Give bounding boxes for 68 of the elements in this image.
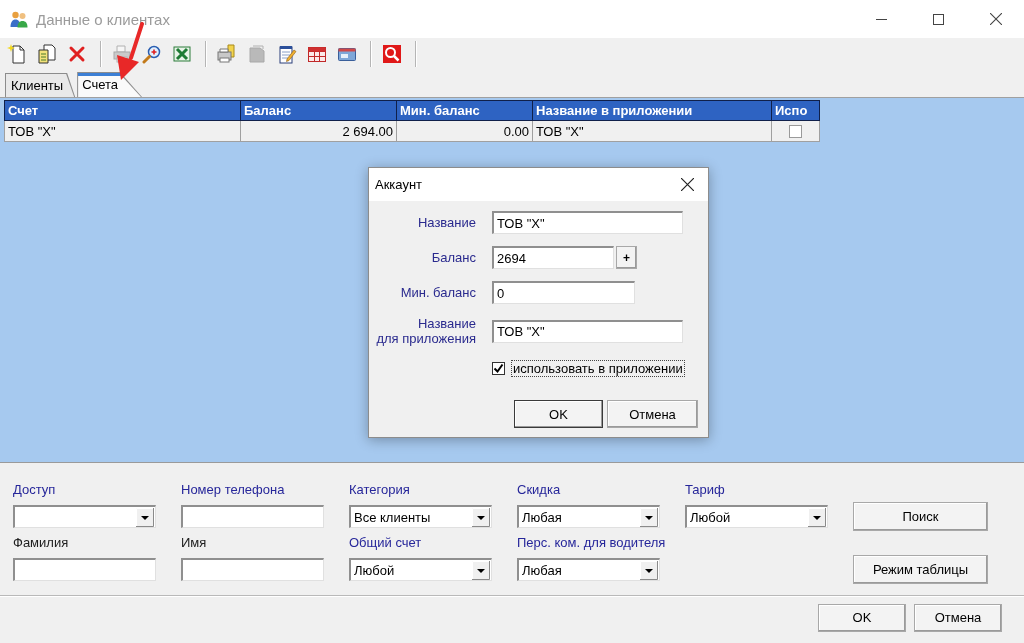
text-field[interactable] — [181, 505, 324, 528]
dropdown[interactable]: Любой — [685, 505, 828, 528]
search-icon[interactable] — [382, 44, 402, 64]
button[interactable]: Отмена — [607, 400, 698, 428]
checkbox-label[interactable]: использовать в приложении — [511, 360, 685, 377]
field-label: Перс. ком. для водителя — [517, 536, 666, 550]
table-cell: 0.00 — [397, 121, 533, 142]
tab[interactable]: Счета — [77, 72, 142, 97]
dropdown-arrow-icon[interactable] — [472, 507, 490, 527]
checkbox[interactable] — [492, 362, 505, 375]
dialog-title: Аккаунт — [375, 177, 423, 192]
window-title: Данные о клиентах — [36, 10, 170, 28]
table-cell: 2 694.00 — [241, 121, 397, 142]
button[interactable]: OK — [818, 603, 906, 632]
dropdown[interactable]: Все клиенты — [349, 505, 492, 528]
column-header[interactable]: Испо — [772, 100, 820, 121]
dropdown-arrow-icon[interactable] — [472, 560, 490, 580]
minimize-icon[interactable] — [876, 18, 887, 20]
dropdown[interactable]: Любая — [517, 505, 660, 528]
notepad-pencil-icon[interactable] — [277, 44, 297, 64]
plus-button[interactable]: + — [616, 246, 637, 269]
table-cell: ТОВ "Х" — [4, 121, 241, 142]
dropdown-arrow-icon[interactable] — [640, 507, 658, 527]
button[interactable]: Отмена — [914, 603, 1002, 632]
field-label: Название для приложения — [376, 316, 476, 346]
field-label: Название — [417, 215, 476, 230]
text-field[interactable]: 2694 — [492, 246, 614, 269]
spreadsheet-icon[interactable] — [172, 44, 192, 64]
close-icon[interactable] — [989, 13, 1002, 25]
cross-icon[interactable] — [67, 44, 87, 64]
column-header[interactable]: Мин. баланс — [397, 100, 533, 121]
field-label: Баланс — [431, 250, 476, 265]
close-icon[interactable] — [680, 178, 694, 191]
field-label: Скидка — [517, 483, 561, 497]
table-icon[interactable] — [307, 44, 327, 64]
field-label: Имя — [181, 536, 207, 550]
documents-icon[interactable] — [37, 44, 57, 64]
field-label: Номер телефона — [181, 483, 285, 497]
field-label: Общий счет — [349, 536, 422, 550]
text-field[interactable] — [13, 558, 156, 581]
field-label: Категория — [349, 483, 410, 497]
users-icon — [10, 10, 28, 28]
column-header[interactable]: Баланс — [241, 100, 397, 121]
button[interactable]: OK — [514, 400, 603, 428]
new-document-icon[interactable] — [7, 44, 27, 64]
column-header[interactable]: Название в приложении — [533, 100, 772, 121]
tab[interactable]: Клиенты — [5, 73, 76, 97]
field-label: Фамилия — [13, 536, 69, 550]
dropdown[interactable]: Любая — [517, 558, 660, 581]
text-field[interactable]: ТОВ "Х" — [492, 211, 683, 234]
table-cell: ТОВ "Х" — [533, 121, 772, 142]
field-label: Тариф — [685, 483, 725, 497]
button[interactable]: Режим таблицы — [853, 555, 988, 584]
field-label: Мин. баланс — [400, 285, 476, 300]
column-header[interactable]: Счет — [4, 100, 241, 121]
dropdown-arrow-icon[interactable] — [640, 560, 658, 580]
text-field[interactable] — [181, 558, 324, 581]
zoom-in-icon[interactable] — [142, 44, 162, 64]
checkbox[interactable] — [789, 124, 802, 138]
dropdown-arrow-icon[interactable] — [808, 507, 826, 527]
text-field[interactable]: 0 — [492, 281, 635, 304]
field-label: Доступ — [13, 483, 56, 497]
text-field[interactable]: ТОВ "Х" — [492, 319, 683, 343]
printer-icon[interactable] — [217, 44, 237, 64]
button[interactable]: Поиск — [853, 502, 988, 531]
maximize-icon[interactable] — [933, 13, 944, 25]
dropdown[interactable]: Любой — [349, 558, 492, 581]
dropdown-arrow-icon[interactable] — [136, 507, 154, 527]
